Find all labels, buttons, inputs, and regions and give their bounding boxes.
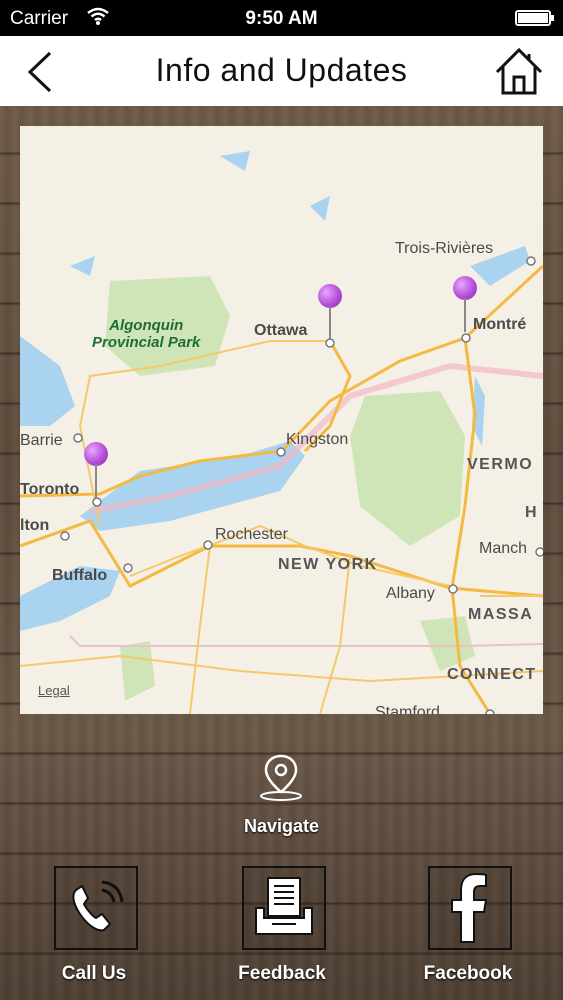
map-label-hamilton: lton — [20, 517, 50, 534]
navigate-button[interactable]: Navigate — [200, 752, 363, 842]
map-label-trois-rivieres: Trois-Rivières — [395, 240, 494, 257]
facebook-button[interactable]: Facebook — [400, 866, 540, 1000]
call-us-label: Call Us — [61, 963, 127, 984]
page-title: Info and Updates — [155, 52, 408, 88]
navigate-label: Navigate — [243, 816, 320, 836]
map-view[interactable]: Trois-Rivières Ottawa Montré Kingston Ba… — [20, 126, 543, 714]
feedback-label: Feedback — [238, 963, 326, 984]
map-label-algonquin-park: Algonquin Provincial Park — [92, 317, 201, 351]
nav-bar: Info and Updates — [0, 36, 563, 106]
facebook-icon — [451, 872, 488, 943]
map-label-ottawa: Ottawa — [254, 322, 308, 339]
map-label-montreal: Montré — [473, 316, 527, 333]
map-pin-toronto[interactable] — [84, 442, 108, 502]
map-label-new-hampshire: H — [525, 504, 539, 521]
map-legal-link[interactable]: Legal — [38, 683, 70, 698]
map-label-rochester: Rochester — [215, 526, 288, 543]
clock: 9:50 AM — [245, 8, 318, 29]
map-pin-ottawa[interactable] — [318, 284, 342, 344]
battery-icon — [515, 10, 554, 26]
map-label-buffalo: Buffalo — [52, 567, 108, 584]
map-label-massachusetts: MASSA — [468, 606, 534, 623]
facebook-icon-box — [428, 866, 512, 950]
home-icon[interactable] — [493, 46, 545, 96]
call-us-button[interactable]: Call Us — [26, 866, 166, 1000]
map-graphics — [20, 151, 543, 714]
phone-icon — [72, 880, 124, 932]
map-label-new-york: NEW YORK — [278, 556, 378, 573]
facebook-label: Facebook — [423, 963, 513, 984]
map-label-manchester: Manch — [479, 540, 528, 557]
map-pin-icon — [260, 754, 302, 801]
feedback-button[interactable]: Feedback — [214, 866, 354, 1000]
map-label-albany: Albany — [386, 585, 435, 602]
status-bar: Carrier 9:50 AM — [0, 0, 563, 36]
map-label-connecticut: CONNECT — [447, 666, 537, 683]
map-label-barrie: Barrie — [20, 432, 63, 449]
map-label-stamford: Stamford — [375, 704, 440, 714]
map-label-vermont: VERMO — [467, 456, 534, 473]
feedback-icon-box — [242, 866, 326, 950]
map-label-kingston: Kingston — [286, 431, 349, 448]
inbox-document-icon — [255, 877, 313, 935]
map-pin-montreal[interactable] — [453, 276, 477, 336]
map-label-toronto: Toronto — [20, 481, 80, 498]
call-us-icon-box — [54, 866, 138, 950]
